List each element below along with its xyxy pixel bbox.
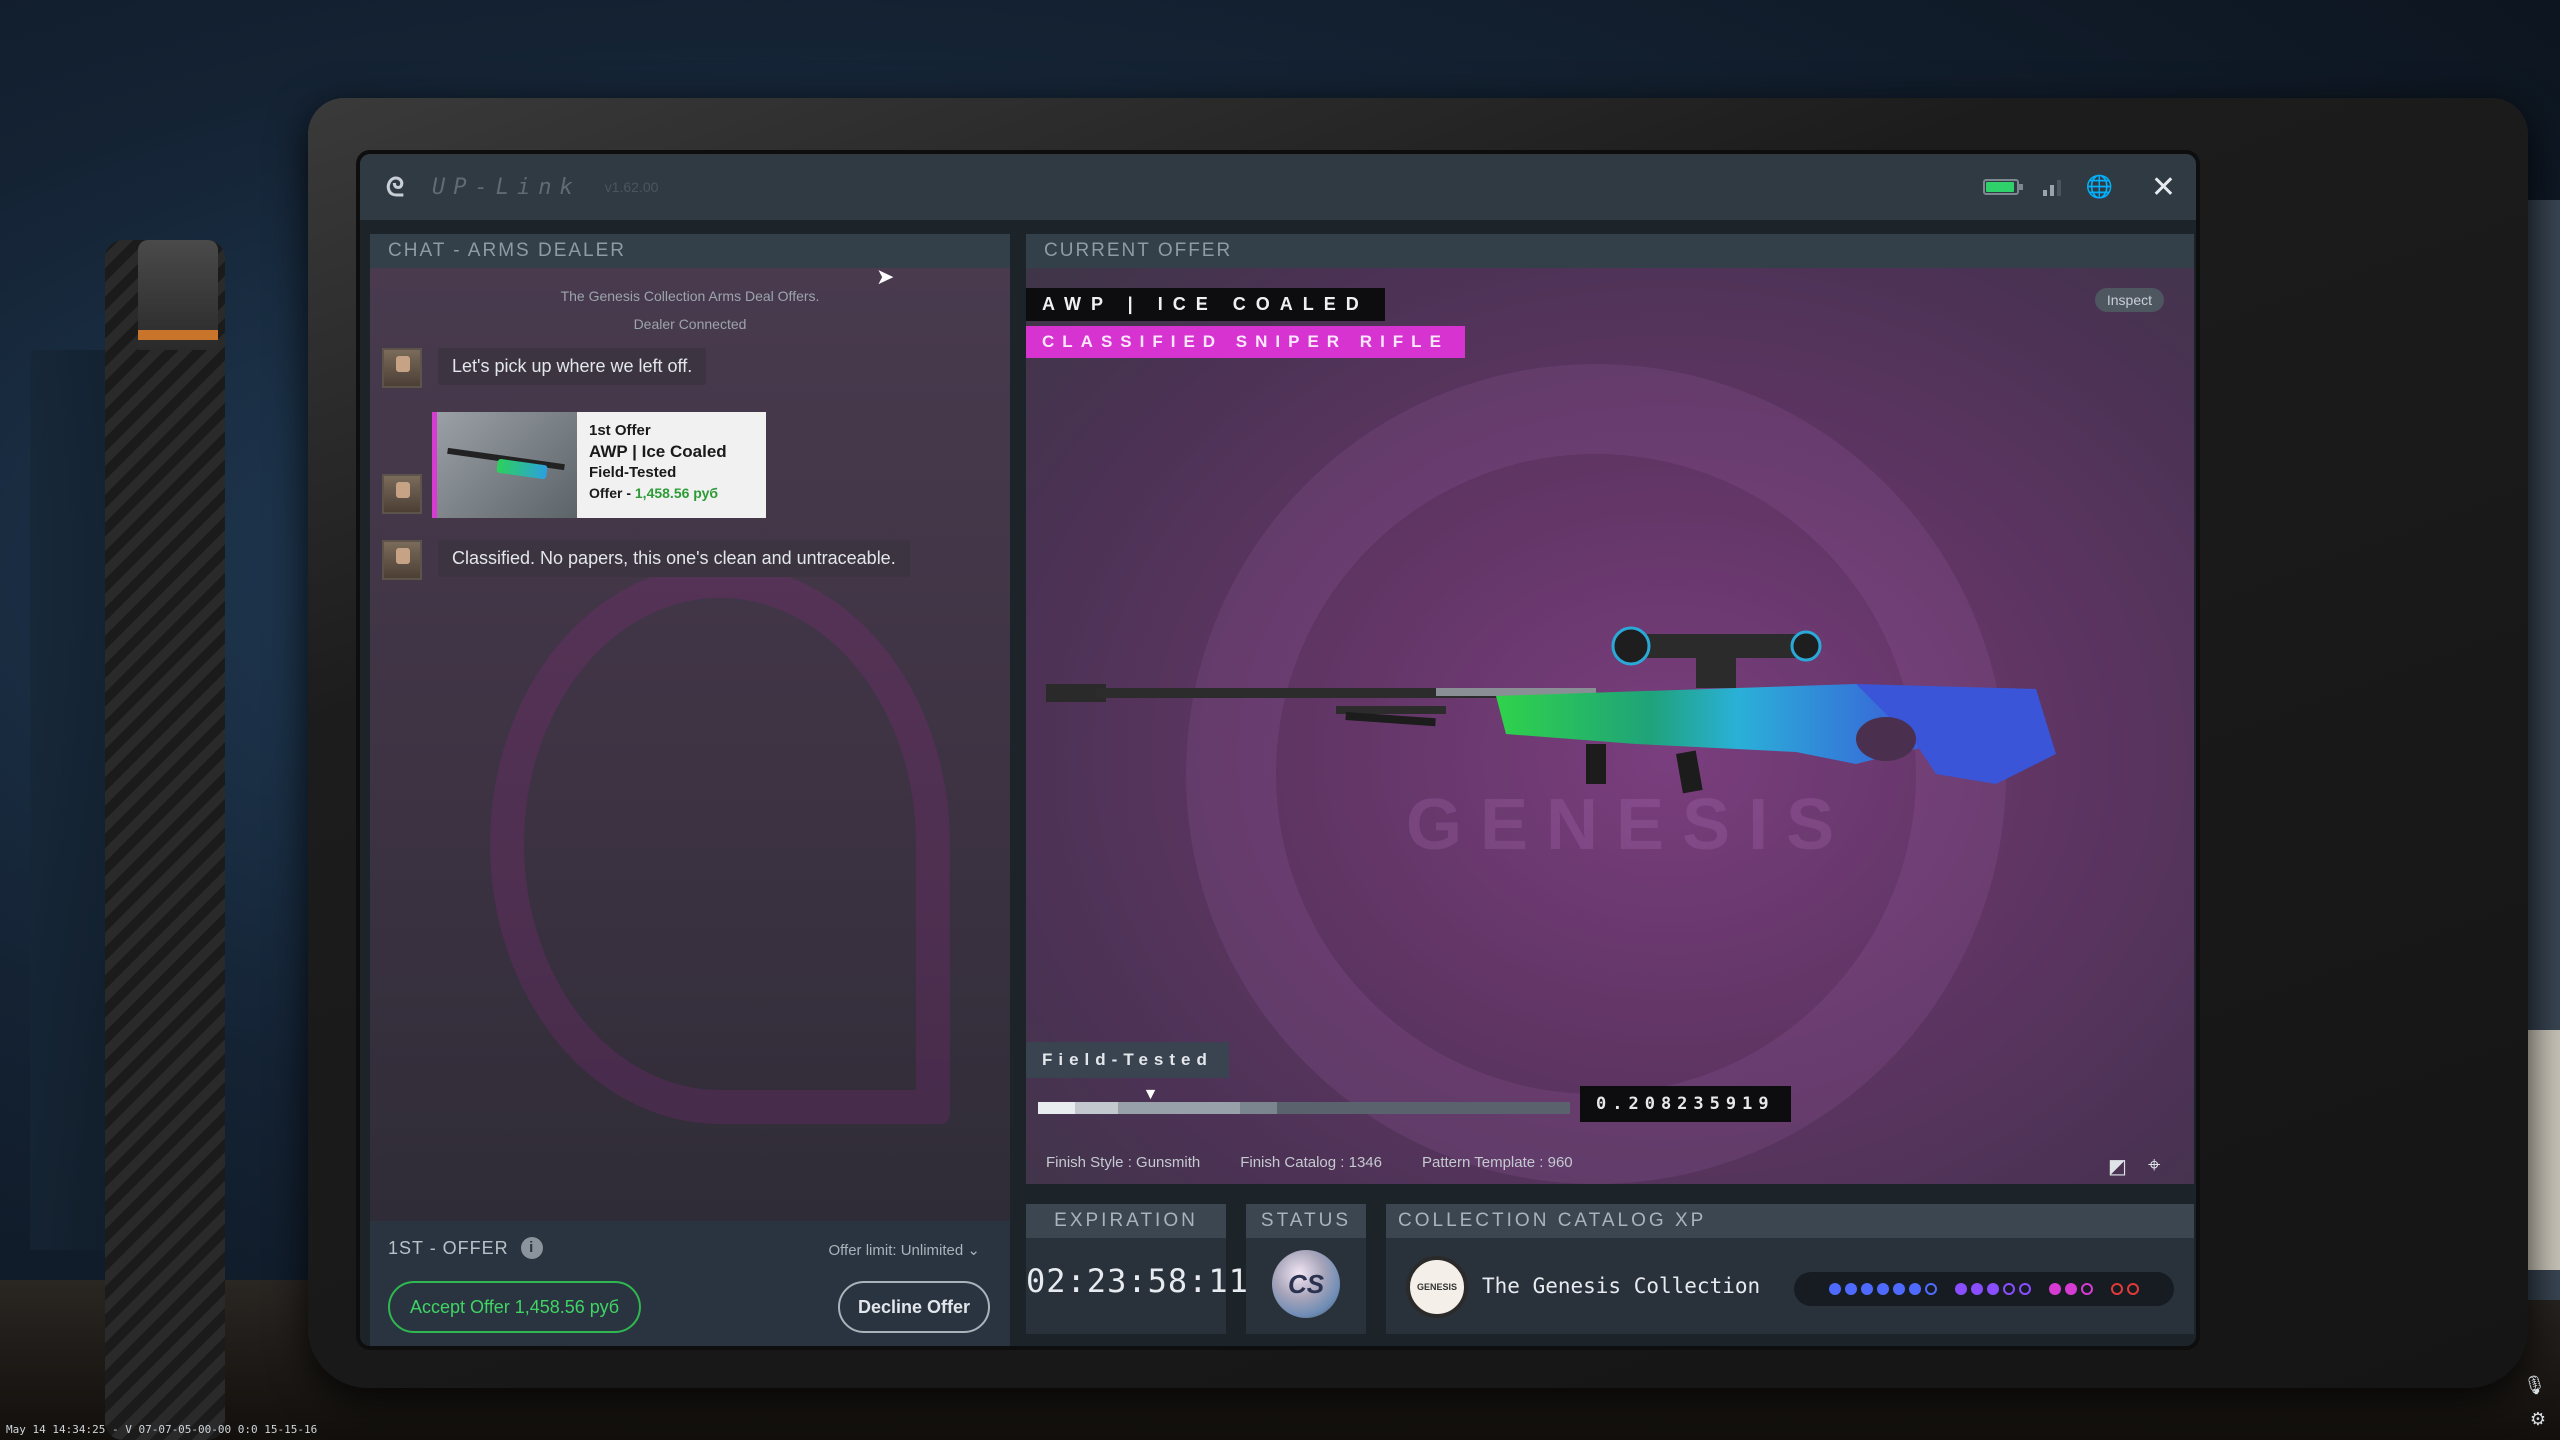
xp-dot-filled xyxy=(1877,1283,1889,1295)
close-icon[interactable]: ✕ xyxy=(2151,170,2176,205)
offer-number: 1st Offer xyxy=(589,422,651,439)
chat-footer: 1ST - OFFER i Offer limit: Unlimited ⌄ A… xyxy=(370,1221,1010,1346)
system-message: The Genesis Collection Arms Deal Offers. xyxy=(560,288,820,304)
chat-message-offer xyxy=(382,474,422,514)
xp-dot-empty xyxy=(2127,1283,2139,1295)
app-name: UP-Link xyxy=(432,174,581,200)
xp-dot-empty xyxy=(2019,1283,2031,1295)
pattern-template: Pattern Template : 960 xyxy=(1421,1154,1573,1171)
xp-dot-empty xyxy=(2081,1283,2093,1295)
chat-background-logo xyxy=(490,564,950,1124)
mouse-cursor: ➤ xyxy=(876,264,895,289)
expiration-box: EXPIRATION 02:23:58:11 xyxy=(1026,1204,1249,1334)
offer-limit-label: Offer limit: Unlimited xyxy=(828,1242,964,1259)
xp-dot-filled xyxy=(1987,1283,1999,1295)
status-icons: 🌐 ✕ xyxy=(1983,170,2176,205)
xp-dot-empty xyxy=(2111,1283,2123,1295)
xp-dot-filled xyxy=(1909,1283,1921,1295)
weapon-thumbnail xyxy=(437,412,577,518)
globe-icon[interactable]: 🌐 xyxy=(2085,174,2112,200)
info-icon[interactable]: i xyxy=(520,1237,543,1259)
collection-header: COLLECTION CATALOG XP xyxy=(1386,1204,2194,1238)
logo-icon: ᘓ xyxy=(385,172,405,202)
system-message: Dealer Connected xyxy=(633,316,747,332)
decline-offer-button[interactable]: Decline Offer xyxy=(837,1281,990,1333)
uplink-screen: ᘓ UP-Link v1.62.00 🌐 ✕ CHAT - ARMS DEALE… xyxy=(356,150,2200,1350)
current-offer-panel: CURRENT OFFER GENESIS AWP | ICE COALED C… xyxy=(1026,234,2194,1184)
xp-dot-filled xyxy=(1955,1283,1967,1295)
wear-bar xyxy=(1038,1102,1570,1114)
message-bubble: Let's pick up where we left off. xyxy=(438,348,707,385)
offer-price-line: Offer - 1,458.56 руб xyxy=(589,483,727,504)
offer-label-text: 1ST - OFFER xyxy=(388,1237,509,1258)
title-bar: ᘓ UP-Link v1.62.00 🌐 ✕ xyxy=(360,154,2196,220)
offer-card-text: 1st Offer AWP | Ice Coaled Field-Tested … xyxy=(577,412,739,518)
collection-box: COLLECTION CATALOG XP GENESIS The Genesi… xyxy=(1386,1204,2194,1334)
xp-dot-filled xyxy=(1971,1283,1983,1295)
wear-label: Field-Tested xyxy=(1026,1042,1229,1078)
expiration-time: 02:23:58:11 xyxy=(1026,1262,1249,1300)
device-side-prop xyxy=(105,240,225,1440)
xp-dot-filled xyxy=(2049,1283,2061,1295)
xp-dot-empty xyxy=(2003,1283,2015,1295)
sticker-icon[interactable]: ◩ xyxy=(2108,1154,2132,1178)
debug-overlay: May 14 14:34:25 - V 07-07-05-00-00 0:0 1… xyxy=(6,1423,318,1436)
collection-name: The Genesis Collection xyxy=(1482,1274,1761,1298)
finish-catalog: Finish Catalog : 1346 xyxy=(1240,1154,1382,1171)
app-version: v1.62.00 xyxy=(604,179,659,195)
xp-dot-filled xyxy=(1893,1283,1905,1295)
float-value: 0.208235919 xyxy=(1580,1086,1791,1122)
battery-icon xyxy=(1983,179,2024,195)
xp-dot-filled xyxy=(1829,1283,1841,1295)
xp-progress xyxy=(1794,1272,2174,1306)
inspect-button[interactable]: Inspect xyxy=(2094,288,2164,312)
finish-info: Finish Style : Gunsmith Finish Catalog :… xyxy=(1046,1154,1573,1171)
xp-dot-empty xyxy=(1925,1283,1937,1295)
offer-header: CURRENT OFFER xyxy=(1026,234,2194,268)
mic-icon: 🎙 xyxy=(2523,1375,2546,1395)
genesis-emblem-icon: GENESIS xyxy=(1406,1256,1468,1318)
dealer-avatar xyxy=(382,474,422,514)
signal-icon xyxy=(2043,178,2062,196)
xp-group-gap xyxy=(1941,1289,1951,1290)
wear-marker: ▼ xyxy=(1142,1086,1159,1103)
rarity-tag: CLASSIFIED SNIPER RIFLE xyxy=(1026,326,1465,358)
target-icon[interactable]: ⌖ xyxy=(2148,1152,2176,1180)
offer-price: 1,458.56 руб xyxy=(634,485,719,501)
chat-message: Classified. No papers, this one's clean … xyxy=(382,540,910,580)
accept-offer-button[interactable]: Accept Offer 1,458.56 руб xyxy=(388,1281,642,1333)
offer-price-label: Offer - xyxy=(589,485,635,501)
offer-limit-dropdown[interactable]: Offer limit: Unlimited ⌄ xyxy=(828,1241,980,1259)
xp-group-gap xyxy=(2035,1289,2045,1290)
chat-header: CHAT - ARMS DEALER xyxy=(370,234,1010,268)
settings-icon: ⚙ xyxy=(2529,1409,2546,1429)
status-box: STATUS CS xyxy=(1246,1204,1366,1334)
system-messages: The Genesis Collection Arms Deal Offers.… xyxy=(370,282,1010,338)
status-header: STATUS xyxy=(1246,1204,1366,1238)
status-emblem-icon: CS xyxy=(1272,1250,1340,1318)
dealer-avatar xyxy=(382,540,422,580)
xp-dot-filled xyxy=(2065,1283,2077,1295)
device-side-stripe xyxy=(138,330,218,340)
chat-message: Let's pick up where we left off. xyxy=(382,348,707,388)
offer-card[interactable]: 1st Offer AWP | Ice Coaled Field-Tested … xyxy=(432,412,766,518)
xp-group-gap xyxy=(2097,1289,2107,1290)
expiration-header: EXPIRATION xyxy=(1026,1204,1226,1238)
weapon-name: AWP | ICE COALED xyxy=(1026,288,1385,321)
dealer-avatar xyxy=(382,348,422,388)
chat-panel: CHAT - ARMS DEALER The Genesis Collectio… xyxy=(370,234,1010,1346)
finish-style: Finish Style : Gunsmith xyxy=(1046,1154,1201,1171)
xp-dot-filled xyxy=(1845,1283,1857,1295)
chevron-down-icon: ⌄ xyxy=(967,1242,980,1259)
message-bubble: Classified. No papers, this one's clean … xyxy=(438,540,910,577)
offer-wear: Field-Tested xyxy=(589,464,677,481)
xp-dot-filled xyxy=(1861,1283,1873,1295)
offer-weapon: AWP | Ice Coaled xyxy=(589,442,727,461)
awp-rifle-image xyxy=(1046,626,2056,794)
